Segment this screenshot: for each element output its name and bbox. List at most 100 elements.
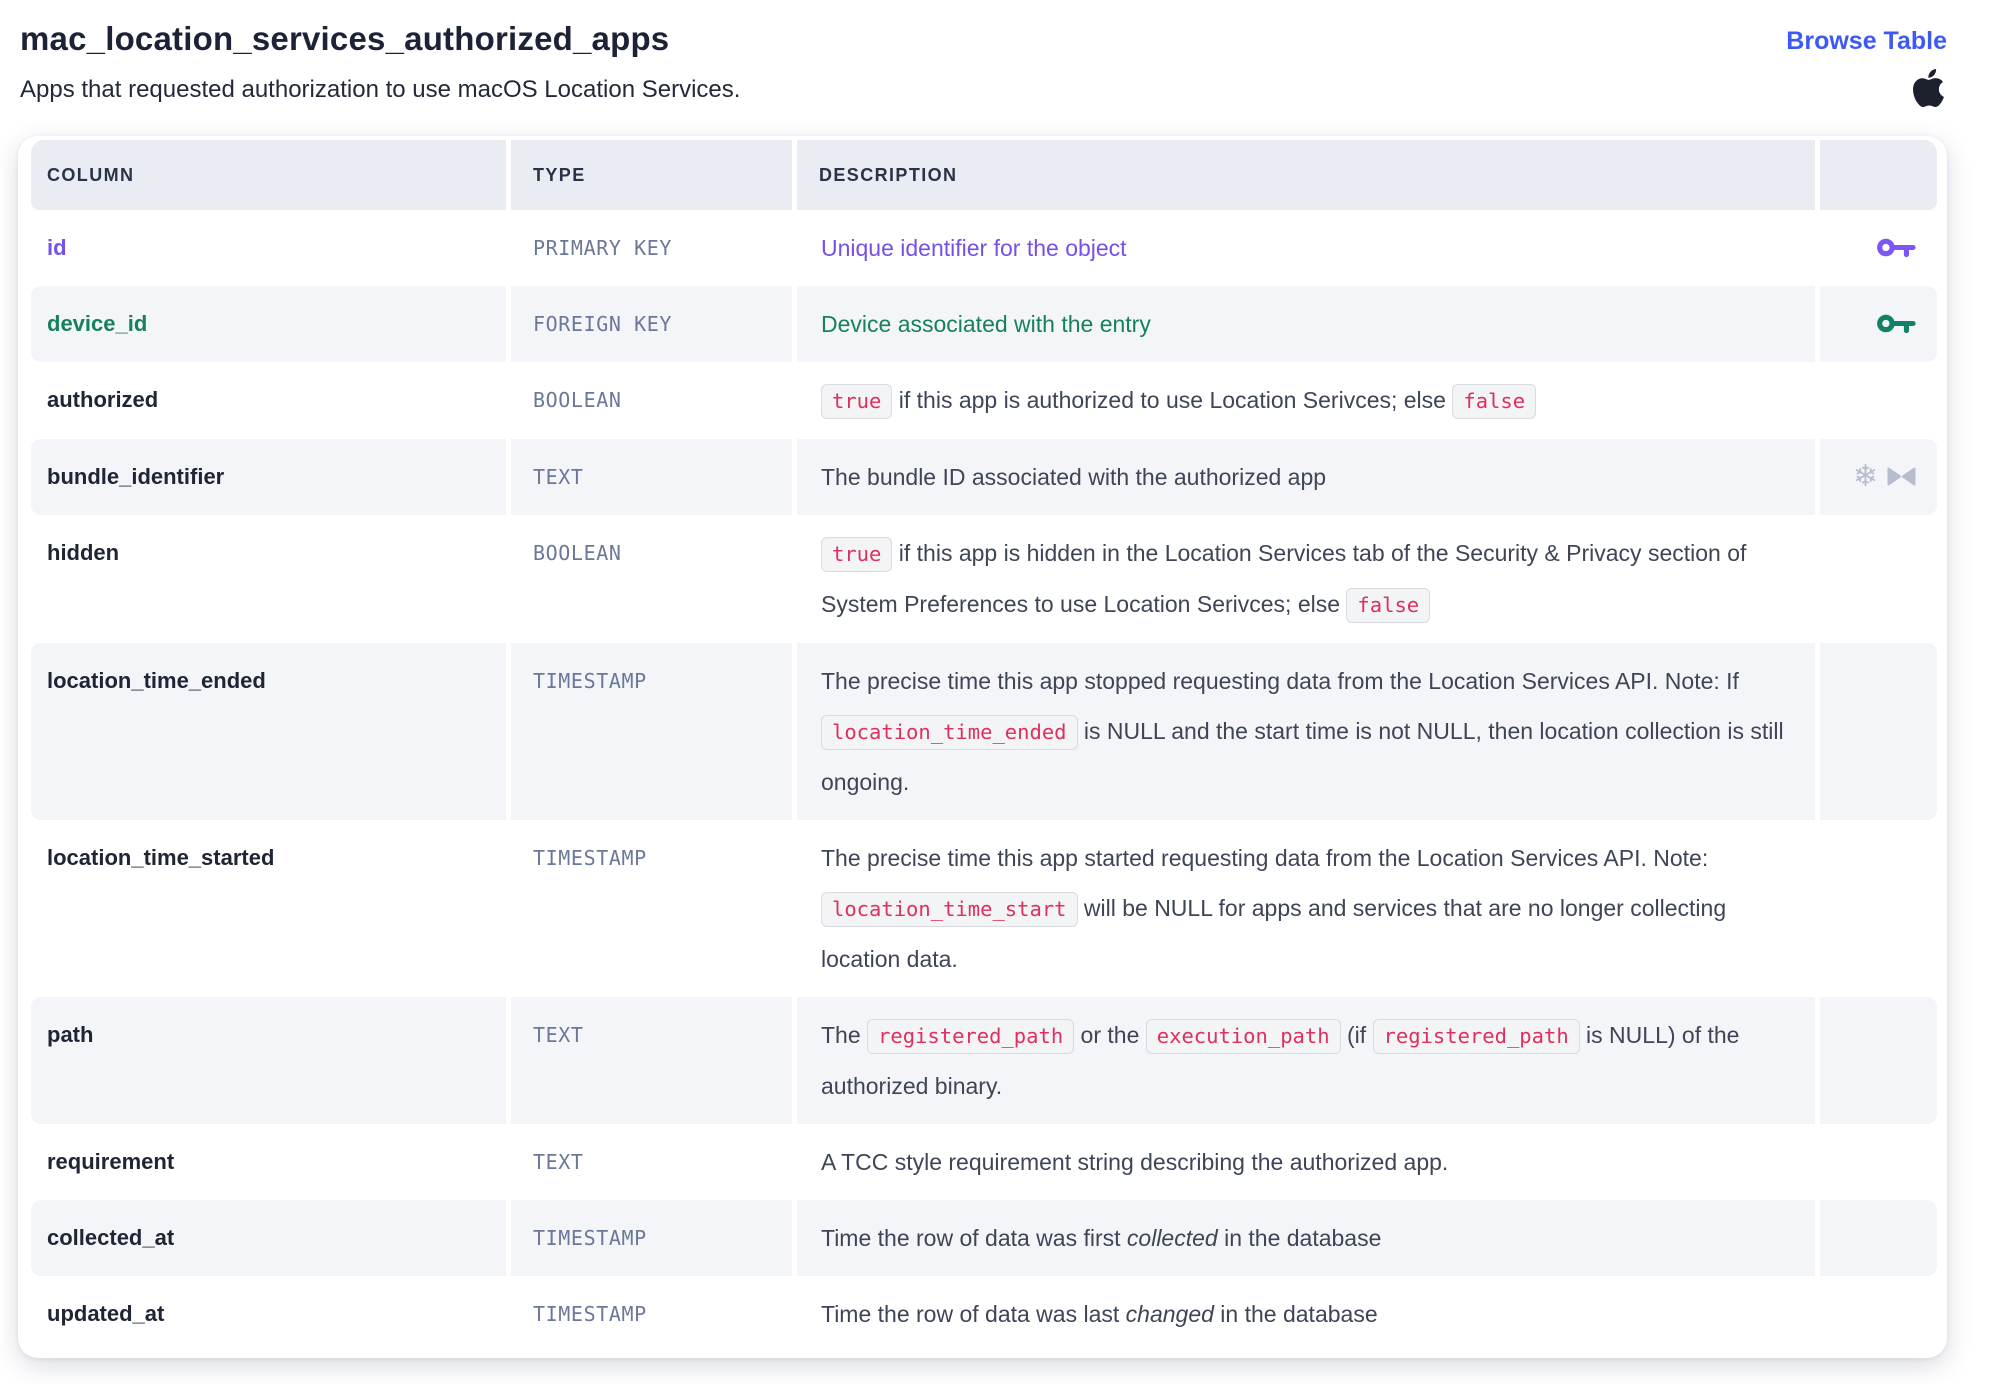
column-type: TIMESTAMP <box>533 1302 647 1326</box>
page-header-left: mac_location_services_authorized_apps Ap… <box>20 20 740 104</box>
column-type-cell: TEXT <box>511 997 792 1124</box>
table-row: location_time_ended TIMESTAMP The precise … <box>31 643 1937 820</box>
column-type-cell: TEXT <box>511 439 792 515</box>
column-description-cell: The precise time this app started reques… <box>797 820 1815 997</box>
code-chip: location_time_ended <box>821 715 1078 750</box>
column-name-cell: collected_at <box>31 1200 506 1276</box>
column-name: device_id <box>47 311 147 336</box>
snowflake-icon[interactable]: ❄ <box>1853 464 1878 489</box>
column-name-cell: device_id <box>31 286 506 362</box>
row-icons-cell <box>1820 210 1937 286</box>
description-text: A TCC style requirement string describin… <box>821 1149 1448 1175</box>
row-icons-cell <box>1820 997 1937 1124</box>
column-name: collected_at <box>47 1225 174 1250</box>
description-text: if this app is hidden in the Location Se… <box>821 540 1746 617</box>
column-name-cell: hidden <box>31 515 506 643</box>
column-description-cell: Time the row of data was last changed in… <box>797 1276 1815 1352</box>
table-body: id PRIMARY KEY Unique identifier for the o… <box>31 210 1937 1352</box>
column-type-cell: PRIMARY KEY <box>511 210 792 286</box>
table-row: location_time_started TIMESTAMP The precis… <box>31 820 1937 997</box>
row-icons-cell <box>1820 286 1937 362</box>
column-type: TEXT <box>533 1150 584 1174</box>
table-row: bundle_identifier TEXT The bundle ID assoc… <box>31 439 1937 515</box>
column-name-cell: requirement <box>31 1124 506 1200</box>
column-type-cell: TIMESTAMP <box>511 1200 792 1276</box>
italic-text: changed <box>1126 1301 1214 1327</box>
table-row: authorized BOOLEANtrue if this app is aut… <box>31 362 1937 439</box>
column-type: FOREIGN KEY <box>533 312 672 336</box>
description-text: or the <box>1074 1022 1146 1048</box>
column-name: requirement <box>47 1149 174 1174</box>
column-name: bundle_identifier <box>47 464 224 489</box>
column-name: updated_at <box>47 1301 164 1326</box>
code-chip: location_time_start <box>821 892 1078 927</box>
row-icons-cell <box>1820 1200 1937 1276</box>
code-chip: true <box>821 537 892 572</box>
column-name-cell: location_time_started <box>31 820 506 997</box>
row-icons-cell <box>1820 643 1937 820</box>
code-chip: registered_path <box>867 1019 1074 1054</box>
row-icons-cell: ❄ <box>1820 439 1937 515</box>
table-row: collected_at TIMESTAMP Time the row of dat… <box>31 1200 1937 1276</box>
column-name-cell: id <box>31 210 506 286</box>
table-row: device_id FOREIGN KEY Device associated wi… <box>31 286 1937 362</box>
column-name: id <box>47 235 67 260</box>
column-description-cell: Time the row of data was first collected… <box>797 1200 1815 1276</box>
join-icon[interactable] <box>1886 466 1917 487</box>
column-name-cell: bundle_identifier <box>31 439 506 515</box>
description-text: The <box>821 1022 867 1048</box>
column-type-cell: FOREIGN KEY <box>511 286 792 362</box>
column-type-cell: TIMESTAMP <box>511 820 792 997</box>
description-text: if this app is authorized to use Locatio… <box>892 387 1452 413</box>
column-name: authorized <box>47 387 158 412</box>
description-text: Device associated with the entry <box>821 311 1151 337</box>
foreign-key-icon[interactable] <box>1877 311 1917 336</box>
column-type-cell: TIMESTAMP <box>511 1276 792 1352</box>
row-icons-cell <box>1820 515 1937 643</box>
column-type: TIMESTAMP <box>533 669 647 693</box>
column-header-type: TYPE <box>511 140 792 210</box>
column-type-cell: TIMESTAMP <box>511 643 792 820</box>
column-name-cell: path <box>31 997 506 1124</box>
table-header-row: COLUMN TYPE DESCRIPTION <box>31 140 1937 210</box>
page-header-right: Browse Table <box>1786 20 1947 107</box>
column-description-cell: Device associated with the entry <box>797 286 1815 362</box>
column-name-cell: updated_at <box>31 1276 506 1352</box>
description-text: The precise time this app started reques… <box>821 845 1708 871</box>
schema-table: COLUMN TYPE DESCRIPTION id PRIMARY KEY Uni… <box>26 140 1942 1352</box>
row-icons-cell <box>1820 1124 1937 1200</box>
description-text: The precise time this app stopped reques… <box>821 668 1739 694</box>
column-name-cell: location_time_ended <box>31 643 506 820</box>
column-type: TIMESTAMP <box>533 1226 647 1250</box>
description-text: Unique identifier for the object <box>821 235 1127 261</box>
row-icons-cell <box>1820 362 1937 439</box>
column-description-cell: A TCC style requirement string describin… <box>797 1124 1815 1200</box>
description-text: in the database <box>1218 1225 1382 1251</box>
table-row: updated_at TIMESTAMP Time the row of data … <box>31 1276 1937 1352</box>
column-name: location_time_started <box>47 845 274 870</box>
primary-key-icon[interactable] <box>1877 235 1917 260</box>
column-type: TEXT <box>533 465 584 489</box>
schema-card: COLUMN TYPE DESCRIPTION id PRIMARY KEY Uni… <box>18 136 1947 1358</box>
description-text: Time the row of data was first <box>821 1225 1127 1251</box>
column-name: hidden <box>47 540 119 565</box>
column-type-cell: TEXT <box>511 1124 792 1200</box>
column-type-cell: BOOLEAN <box>511 515 792 643</box>
apple-logo-icon <box>1913 69 1944 107</box>
code-chip: false <box>1452 384 1536 419</box>
column-header-icons <box>1820 140 1937 210</box>
column-name: location_time_ended <box>47 668 266 693</box>
column-description-cell: Unique identifier for the object <box>797 210 1815 286</box>
column-description-cell: The bundle ID associated with the author… <box>797 439 1815 515</box>
column-type-cell: BOOLEAN <box>511 362 792 439</box>
column-type: PRIMARY KEY <box>533 236 672 260</box>
row-icons-cell <box>1820 820 1937 997</box>
description-text: in the database <box>1214 1301 1378 1327</box>
table-row: id PRIMARY KEY Unique identifier for the o… <box>31 210 1937 286</box>
table-row: requirement TEXT A TCC style requirement s… <box>31 1124 1937 1200</box>
column-description-cell: The precise time this app stopped reques… <box>797 643 1815 820</box>
column-description-cell: true if this app is authorized to use Lo… <box>797 362 1815 439</box>
description-text: The bundle ID associated with the author… <box>821 464 1326 490</box>
row-icons-cell <box>1820 1276 1937 1352</box>
browse-table-link[interactable]: Browse Table <box>1786 27 1947 56</box>
